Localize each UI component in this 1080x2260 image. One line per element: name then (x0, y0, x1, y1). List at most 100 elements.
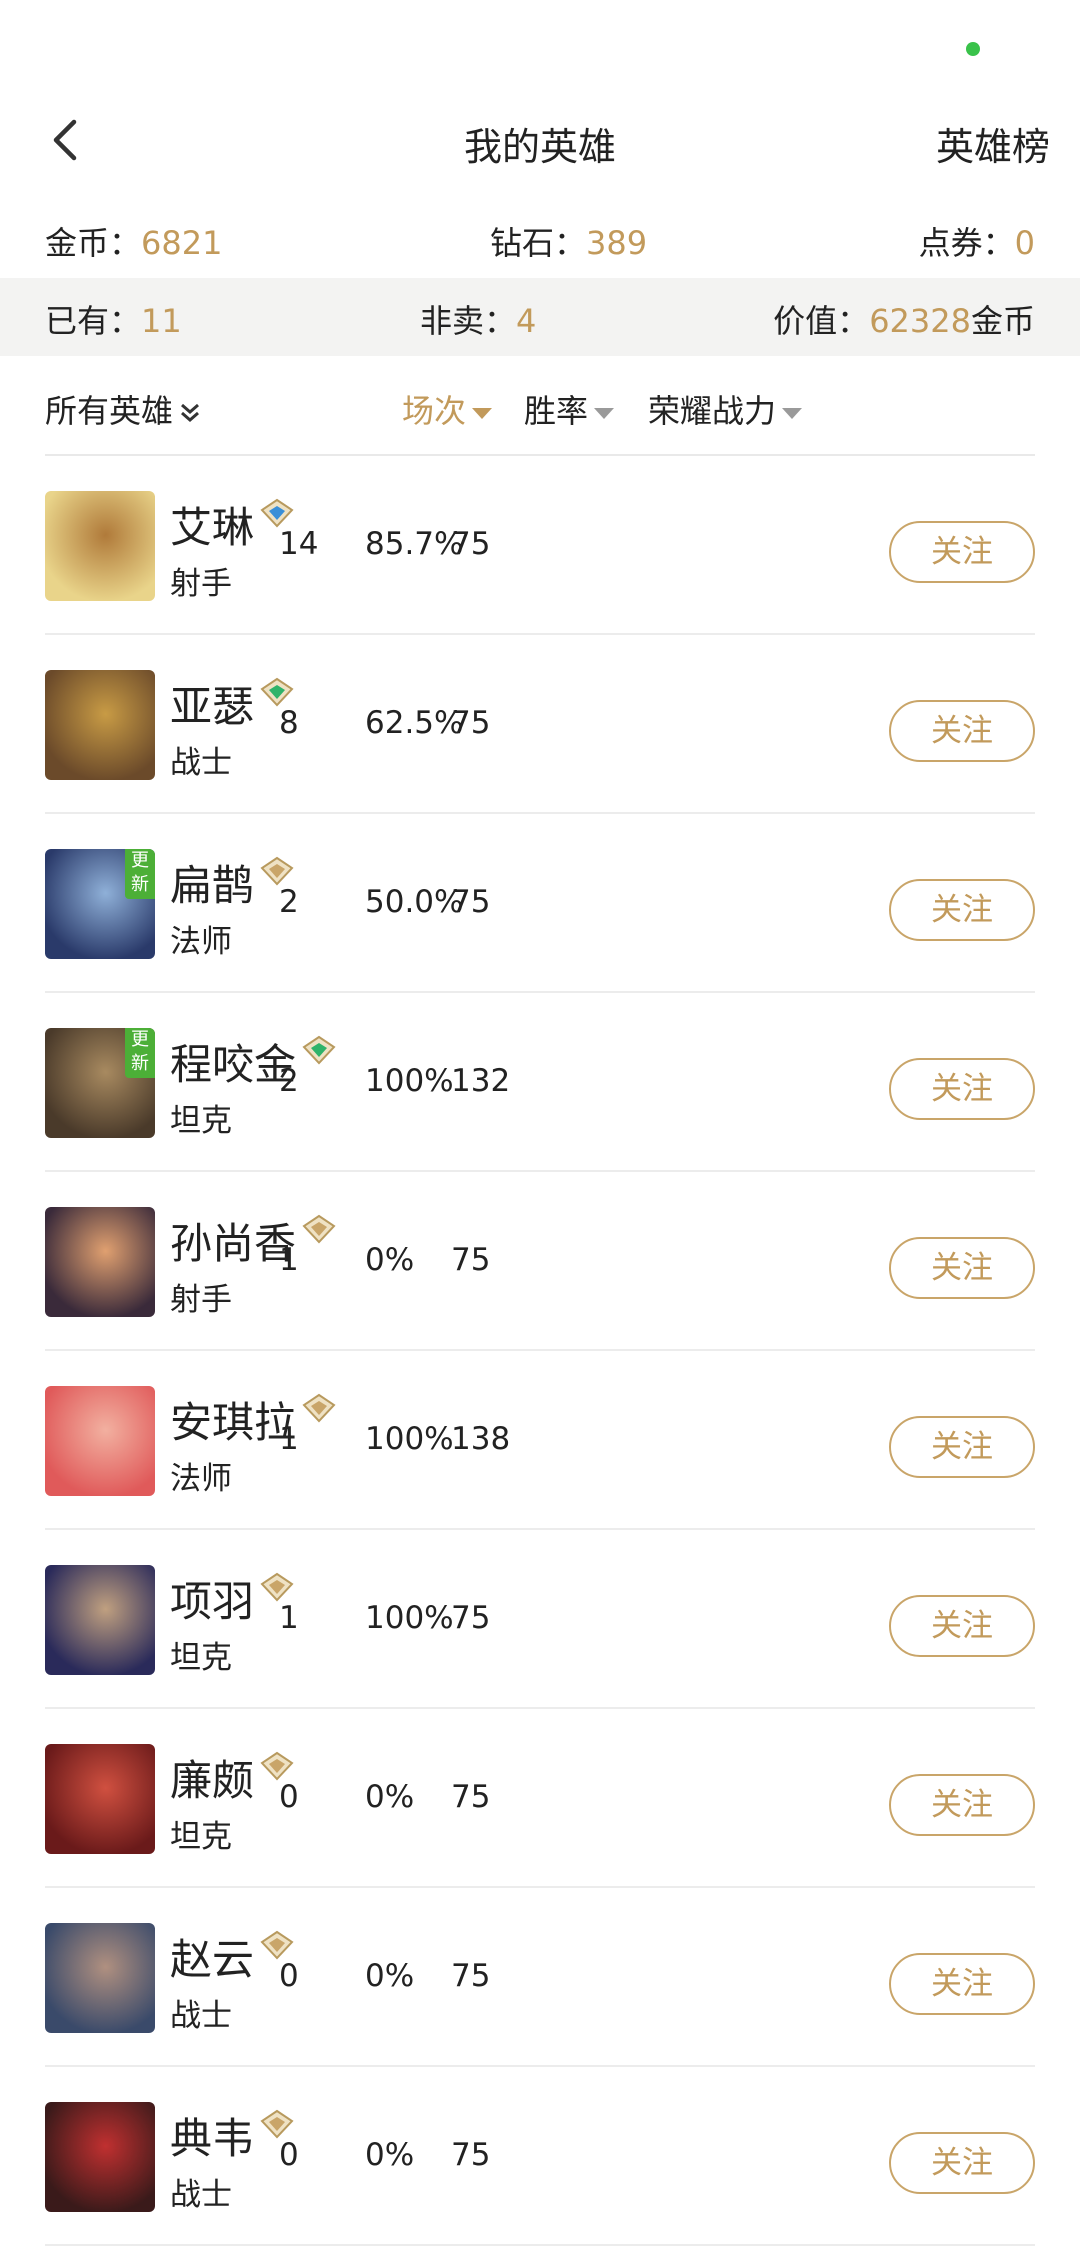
hero-name: 亚瑟 (170, 673, 294, 734)
hero-role: 射手 (170, 566, 232, 602)
hero-avatar[interactable] (45, 491, 155, 601)
hero-winrate: 0% (365, 1779, 415, 1815)
hero-avatar[interactable] (45, 1207, 155, 1317)
hero-games: 0 (279, 1958, 299, 1994)
follow-button[interactable]: 关注 (889, 1595, 1035, 1657)
follow-button[interactable]: 关注 (889, 1774, 1035, 1836)
hero-games: 14 (279, 526, 319, 562)
notsale-stat: 非卖：4 (420, 296, 536, 342)
hero-games: 8 (279, 705, 299, 741)
hero-games: 2 (279, 884, 299, 920)
follow-button[interactable]: 关注 (889, 879, 1035, 941)
hero-power: 75 (451, 1242, 491, 1278)
sort-bar: 所有英雄 场次 胜率 荣耀战力 (45, 356, 1035, 456)
follow-button[interactable]: 关注 (889, 521, 1035, 583)
notsale-label: 非卖： (420, 302, 517, 340)
owned-stat: 已有：11 (45, 296, 182, 342)
owned-row: 已有：11 非卖：4 价值：62328金币 (0, 278, 1080, 356)
hero-games: 1 (279, 1242, 299, 1278)
hero-power: 75 (451, 1600, 491, 1636)
rank-bronze-icon (302, 1214, 336, 1244)
hero-avatar[interactable] (45, 1923, 155, 2033)
hero-power: 75 (451, 705, 491, 741)
hero-avatar[interactable] (45, 1565, 155, 1675)
filter-label: 所有英雄 (45, 392, 174, 430)
sort-games-label: 场次 (402, 392, 467, 430)
gold-stat: 金币：6821 (45, 218, 222, 264)
hero-row[interactable]: 艾琳 射手 14 85.7% 75 关注 (45, 456, 1035, 635)
hero-power: 138 (451, 1421, 511, 1457)
battery-dot-icon (966, 42, 980, 56)
hero-winrate: 0% (365, 1242, 415, 1278)
hero-row[interactable]: 亚瑟战士 8 62.5% 75 关注 (45, 635, 1035, 814)
hero-role: 坦克 (170, 1640, 232, 1676)
sort-power-button[interactable]: 荣耀战力 (648, 386, 803, 432)
hero-power: 75 (451, 2137, 491, 2173)
voucher-label: 点券： (918, 224, 1015, 262)
hero-avatar[interactable]: 更新 (45, 849, 155, 959)
hero-role: 战士 (170, 1998, 232, 2034)
hero-rank-link[interactable]: 英雄榜 (936, 116, 1050, 171)
hero-avatar[interactable] (45, 1386, 155, 1496)
new-badge: 更新 (125, 849, 155, 899)
sort-down-icon (472, 407, 493, 419)
hero-row[interactable]: 更新 扁鹊 法师 2 50.0% 75 关注 (45, 814, 1035, 993)
hero-winrate: 100% (365, 1600, 454, 1636)
hero-games: 1 (279, 1421, 299, 1457)
currency-row: 金币：6821 钻石：389 点券：0 (0, 200, 1080, 278)
rank-bronze-icon (260, 2109, 294, 2139)
hero-winrate: 85.7% (365, 526, 464, 562)
hero-row[interactable]: 廉颇 坦克 0 0% 75 关注 (45, 1709, 1035, 1888)
owned-value: 11 (141, 302, 182, 340)
hero-row[interactable]: 典韦 战士 0 0% 75 关注 (45, 2067, 1035, 2246)
hero-row[interactable]: 赵云 战士 0 0% 75 关注 (45, 1888, 1035, 2067)
hero-role: 法师 (170, 924, 232, 960)
hero-power: 75 (451, 1779, 491, 1815)
hero-role: 战士 (170, 745, 232, 781)
hero-row[interactable]: 安琪拉 法师 1 100% 138 关注 (45, 1351, 1035, 1530)
diamond-stat: 钻石：389 (490, 218, 647, 264)
hero-winrate: 0% (365, 1958, 415, 1994)
status-bar (0, 0, 1080, 80)
hero-avatar[interactable] (45, 1744, 155, 1854)
hero-row[interactable]: 更新 程咬金 坦克 2 100% 132 关注 (45, 993, 1035, 1172)
hero-winrate: 0% (365, 2137, 415, 2173)
hero-row[interactable]: 项羽 坦克 1 100% 75 关注 (45, 1530, 1035, 1709)
rank-bronze-icon (260, 1930, 294, 1960)
gold-value: 6821 (141, 224, 223, 262)
hero-power: 132 (451, 1063, 511, 1099)
follow-button[interactable]: 关注 (889, 1953, 1035, 2015)
hero-games: 0 (279, 1779, 299, 1815)
hero-role: 坦克 (170, 1819, 232, 1855)
hero-name: 程咬金 (170, 1031, 336, 1092)
hero-filter-dropdown[interactable]: 所有英雄 (45, 386, 203, 432)
follow-button[interactable]: 关注 (889, 1416, 1035, 1478)
hero-role: 射手 (170, 1282, 232, 1318)
follow-button[interactable]: 关注 (889, 700, 1035, 762)
hero-row[interactable]: 孙尚香射手 1 0% 75 关注 (45, 1172, 1035, 1351)
sort-winrate-button[interactable]: 胜率 (524, 386, 615, 432)
rank-green-icon (302, 1035, 336, 1065)
sort-winrate-label: 胜率 (524, 392, 589, 430)
rank-blue-icon (260, 498, 294, 528)
hero-avatar[interactable]: 更新 (45, 1028, 155, 1138)
rank-bronze-icon (260, 1751, 294, 1781)
gold-label: 金币： (45, 224, 142, 262)
follow-button[interactable]: 关注 (889, 2132, 1035, 2194)
hero-power: 75 (451, 526, 491, 562)
hero-avatar[interactable] (45, 670, 155, 780)
follow-button[interactable]: 关注 (889, 1058, 1035, 1120)
hero-games: 1 (279, 1600, 299, 1636)
value-label: 价值： (773, 302, 870, 340)
hero-role: 坦克 (170, 1103, 232, 1139)
diamond-label: 钻石： (490, 224, 587, 262)
hero-power: 75 (451, 884, 491, 920)
rank-bronze-icon (302, 1393, 336, 1423)
hero-name: 孙尚香 (170, 1210, 336, 1271)
sort-games-button[interactable]: 场次 (402, 386, 493, 432)
nav-bar: 我的英雄 英雄榜 (0, 80, 1080, 200)
hero-avatar[interactable] (45, 2102, 155, 2212)
hero-winrate: 62.5% (365, 705, 464, 741)
follow-button[interactable]: 关注 (889, 1237, 1035, 1299)
page-title: 我的英雄 (463, 125, 616, 169)
